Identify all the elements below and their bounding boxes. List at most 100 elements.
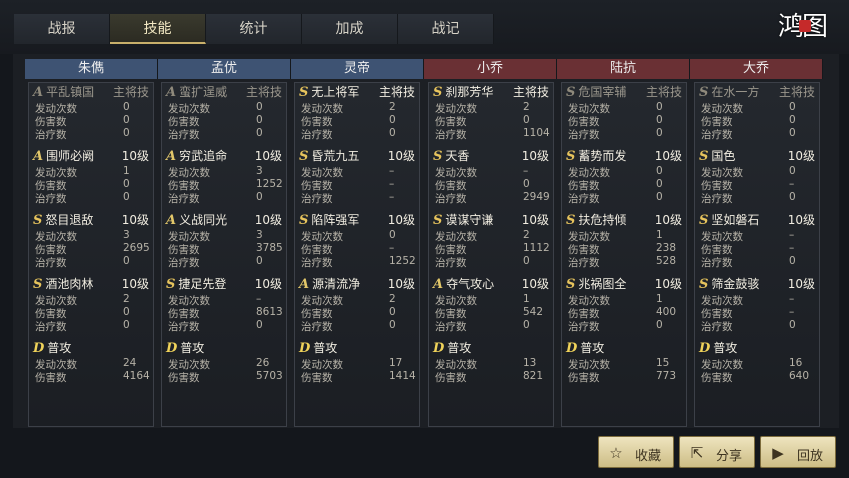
skill-card[interactable]: S 筛金鼓骇 10级 发动次数 – 伤害数 – 治疗数 0: [695, 275, 819, 339]
stat-value: –: [789, 293, 795, 305]
skill-card[interactable]: S 国色 10级 发动次数 0 伤害数 – 治疗数 0: [695, 147, 819, 211]
skill-title: S 刹那芳华 主将技: [433, 83, 551, 101]
skill-card[interactable]: S 扶危持倾 10级 发动次数 1 伤害数 238 治疗数 528: [562, 211, 686, 275]
stat-label: 伤害数: [568, 372, 600, 384]
stat-row: 伤害数 640: [701, 370, 811, 384]
stat-value: –: [789, 178, 795, 190]
game-logo: 鸿图: [761, 2, 843, 52]
stat-row: 治疗数 0: [168, 127, 278, 141]
skill-card[interactable]: A 穷武追命 10级 发动次数 3 伤害数 1252 治疗数 0: [162, 147, 286, 211]
stat-row: 治疗数 0: [35, 319, 145, 333]
skill-level: 10级: [787, 213, 815, 227]
stat-value: 1414: [389, 370, 416, 382]
skill-card[interactable]: S 兆祸图全 10级 发动次数 1 伤害数 400 治疗数 0: [562, 275, 686, 339]
replay-button[interactable]: ▶ 回放: [760, 436, 836, 468]
skill-card[interactable]: D 普攻 发动次数 13 伤害数 821: [429, 339, 553, 403]
stat-value: 0: [789, 165, 796, 177]
skill-card[interactable]: S 刹那芳华 主将技 发动次数 2 伤害数 0 治疗数 1104: [429, 83, 553, 147]
skill-name: 夺气攻心: [446, 277, 495, 291]
stat-value: 15: [656, 357, 670, 369]
stat-row: 发动次数 2: [301, 293, 411, 307]
general-skill-column: S 危国宰辅 主将技 发动次数 0 伤害数 0 治疗数 0 S 蓄势而发 10级 发动次数 0 伤害数 0 治疗…: [561, 82, 687, 427]
stat-value: 0: [656, 101, 663, 113]
stat-row: 治疗数 0: [701, 127, 811, 141]
skill-name: 围师必阙: [46, 149, 95, 163]
skill-card[interactable]: D 普攻 发动次数 17 伤害数 1414: [295, 339, 419, 403]
favorite-button[interactable]: ☆ 收藏: [598, 436, 674, 468]
stat-value: 1252: [256, 178, 283, 190]
skill-card[interactable]: A 平乱镇国 主将技 发动次数 0 伤害数 0 治疗数 0: [29, 83, 153, 147]
skill-card[interactable]: S 谟谋守谦 10级 发动次数 2 伤害数 1112 治疗数 0: [429, 211, 553, 275]
skill-title: S 天香 10级: [433, 147, 551, 165]
stat-row: 治疗数 0: [568, 319, 678, 333]
skill-card[interactable]: D 普攻 发动次数 16 伤害数 640: [695, 339, 819, 403]
skill-title: D 普攻: [566, 339, 684, 357]
skill-card[interactable]: A 源清流净 10级 发动次数 2 伤害数 0 治疗数 0: [295, 275, 419, 339]
skill-title: A 围师必阙 10级: [33, 147, 151, 165]
stat-value: 0: [123, 306, 130, 318]
skill-card[interactable]: S 怒目退敌 10级 发动次数 3 伤害数 2695 治疗数 0: [29, 211, 153, 275]
skill-card[interactable]: D 普攻 发动次数 24 伤害数 4164: [29, 339, 153, 403]
skill-card[interactable]: D 普攻 发动次数 26 伤害数 5703: [162, 339, 286, 403]
skill-card[interactable]: S 在水一方 主将技 发动次数 0 伤害数 0 治疗数 0: [695, 83, 819, 147]
stat-value: 0: [789, 255, 796, 267]
skill-card[interactable]: S 天香 10级 发动次数 – 伤害数 0 治疗数 2949: [429, 147, 553, 211]
stat-value: 0: [389, 229, 396, 241]
skill-card[interactable]: A 蛮扩逞威 主将技 发动次数 0 伤害数 0 治疗数 0: [162, 83, 286, 147]
skill-level: 10级: [254, 213, 282, 227]
stat-value: 1252: [389, 255, 416, 267]
stat-row: 治疗数 1104: [435, 127, 550, 141]
stat-value: 0: [789, 319, 796, 331]
stat-value: 0: [123, 255, 130, 267]
stat-label: 治疗数: [568, 321, 600, 333]
skill-name: 普攻: [313, 341, 338, 355]
stat-value: 1: [656, 229, 663, 241]
skill-title: A 平乱镇国 主将技: [33, 83, 151, 101]
stat-row: 发动次数 –: [301, 165, 411, 179]
tab-statistics[interactable]: 统计: [206, 14, 302, 44]
stat-value: 542: [523, 306, 544, 318]
skill-grade: A: [166, 85, 177, 100]
share-button[interactable]: ⇱ 分享: [679, 436, 755, 468]
stat-row: 伤害数 0: [301, 114, 411, 128]
skill-title: S 兆祸图全 10级: [566, 275, 684, 293]
skill-card[interactable]: D 普攻 发动次数 15 伤害数 773: [562, 339, 686, 403]
skill-grade: S: [33, 213, 43, 228]
stat-value: 238: [656, 242, 677, 254]
skill-card[interactable]: A 夺气攻心 10级 发动次数 1 伤害数 542 治疗数 0: [429, 275, 553, 339]
stat-row: 发动次数 1: [568, 293, 678, 307]
skill-card[interactable]: S 陷阵强军 10级 发动次数 0 伤害数 – 治疗数 1252: [295, 211, 419, 275]
skill-grade: S: [299, 149, 309, 164]
skill-title: D 普攻: [166, 339, 284, 357]
stat-value: 0: [789, 114, 796, 126]
general-skill-column: A 平乱镇国 主将技 发动次数 0 伤害数 0 治疗数 0 A 围师必阙 10级 发动次数 1 伤害数 0 治疗…: [28, 82, 154, 427]
stat-row: 发动次数 26: [168, 357, 278, 371]
tab-bonus[interactable]: 加成: [302, 14, 398, 44]
skill-card[interactable]: S 昏荒九五 10级 发动次数 – 伤害数 – 治疗数 –: [295, 147, 419, 211]
skill-card[interactable]: A 义战同光 10级 发动次数 3 伤害数 3785 治疗数 0: [162, 211, 286, 275]
stat-value: 821: [523, 370, 544, 382]
stat-value: –: [389, 178, 395, 190]
skill-grade: S: [566, 213, 576, 228]
stat-value: 0: [256, 127, 263, 139]
skill-card[interactable]: S 无上将军 主将技 发动次数 2 伤害数 0 治疗数 0: [295, 83, 419, 147]
stat-row: 发动次数 2: [435, 229, 545, 243]
tab-battle-log[interactable]: 战记: [398, 14, 494, 44]
skill-card[interactable]: S 蓄势而发 10级 发动次数 0 伤害数 0 治疗数 0: [562, 147, 686, 211]
stat-row: 发动次数 2: [301, 101, 411, 115]
tab-battle-report[interactable]: 战报: [14, 14, 110, 44]
skill-grade: S: [299, 213, 309, 228]
skill-card[interactable]: S 捷足先登 10级 发动次数 – 伤害数 8613 治疗数 0: [162, 275, 286, 339]
general-header: 陆抗: [557, 59, 690, 79]
stat-row: 伤害数 1252: [168, 178, 283, 192]
stat-label: 治疗数: [301, 193, 333, 205]
skill-card[interactable]: S 危国宰辅 主将技 发动次数 0 伤害数 0 治疗数 0: [562, 83, 686, 147]
skill-card[interactable]: S 酒池肉林 10级 发动次数 2 伤害数 0 治疗数 0: [29, 275, 153, 339]
skill-card[interactable]: A 围师必阙 10级 发动次数 1 伤害数 0 治疗数 0: [29, 147, 153, 211]
tab-skills[interactable]: 技能: [110, 14, 206, 44]
stat-row: 治疗数 0: [168, 191, 278, 205]
skill-card[interactable]: S 坚如磐石 10级 发动次数 – 伤害数 – 治疗数 0: [695, 211, 819, 275]
stat-row: 伤害数 821: [435, 370, 545, 384]
skill-level: 主将技: [245, 85, 282, 99]
share-icon: ⇱: [690, 444, 704, 462]
